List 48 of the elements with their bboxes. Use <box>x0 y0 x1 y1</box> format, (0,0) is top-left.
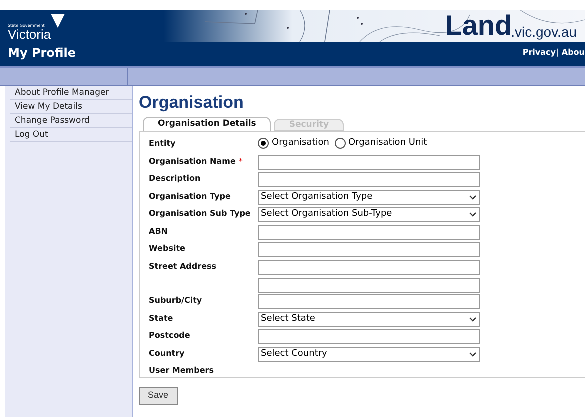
field-label: State <box>149 312 174 324</box>
field-label: Country <box>149 348 185 360</box>
radio-button[interactable] <box>334 138 346 150</box>
dropdown[interactable]: Select Organisation Type <box>258 190 480 204</box>
gov-name: Victoria <box>8 28 52 42</box>
chevron-down-icon <box>469 316 477 322</box>
text-field[interactable] <box>258 294 480 309</box>
field-label: Entity <box>149 138 176 150</box>
radio-button[interactable] <box>258 138 269 150</box>
field-label: ABN <box>149 226 168 238</box>
dropdown[interactable]: Select State <box>258 312 480 326</box>
dropdown[interactable]: Select Organisation Sub-Type <box>258 207 480 222</box>
field-label: Description <box>149 173 201 185</box>
text-field[interactable] <box>258 172 480 187</box>
logo-text: Land <box>445 12 512 40</box>
page-heading: Organisation <box>139 94 245 111</box>
field-label: User Members <box>149 365 214 377</box>
save-button[interactable]: Save <box>139 387 178 405</box>
text-field[interactable] <box>258 260 480 274</box>
sidebar-item[interactable]: Log Out <box>10 128 132 142</box>
sidebar-item[interactable]: View My Details <box>10 100 132 114</box>
text-field[interactable] <box>258 242 480 257</box>
tab[interactable]: Organisation Details <box>143 117 272 131</box>
sidebar-item[interactable]: About Profile Manager <box>10 86 132 100</box>
chevron-down-icon <box>469 352 477 356</box>
field-label: Postcode <box>149 330 190 342</box>
field-label: Street Address <box>149 260 217 272</box>
radio-label: Organisation <box>272 137 330 150</box>
field-label: Website <box>149 243 186 255</box>
chevron-down-icon <box>469 194 477 200</box>
sidebar-item[interactable]: Change Password <box>10 114 132 128</box>
field-label: Suburb/City <box>149 295 202 307</box>
required-asterisk: * <box>238 156 243 168</box>
field-label: Organisation Type <box>149 190 231 202</box>
header-link[interactable]: Abou <box>562 47 585 59</box>
text-field[interactable] <box>258 154 480 170</box>
text-field[interactable] <box>258 224 480 240</box>
triangle-logo-icon <box>50 14 65 28</box>
text-field[interactable] <box>258 329 480 344</box>
page-title: My Profile <box>8 45 76 62</box>
dropdown[interactable]: Select Country <box>258 346 480 362</box>
text-field[interactable] <box>258 278 480 292</box>
field-label: Organisation Name <box>149 156 236 168</box>
logo-domain: .vic.gov.au <box>511 25 577 40</box>
radio-label: Organisation Unit <box>348 137 428 150</box>
chevron-down-icon <box>469 212 477 217</box>
header-link[interactable]: Privacy| <box>522 47 559 59</box>
field-label: Organisation Sub Type <box>149 208 251 220</box>
